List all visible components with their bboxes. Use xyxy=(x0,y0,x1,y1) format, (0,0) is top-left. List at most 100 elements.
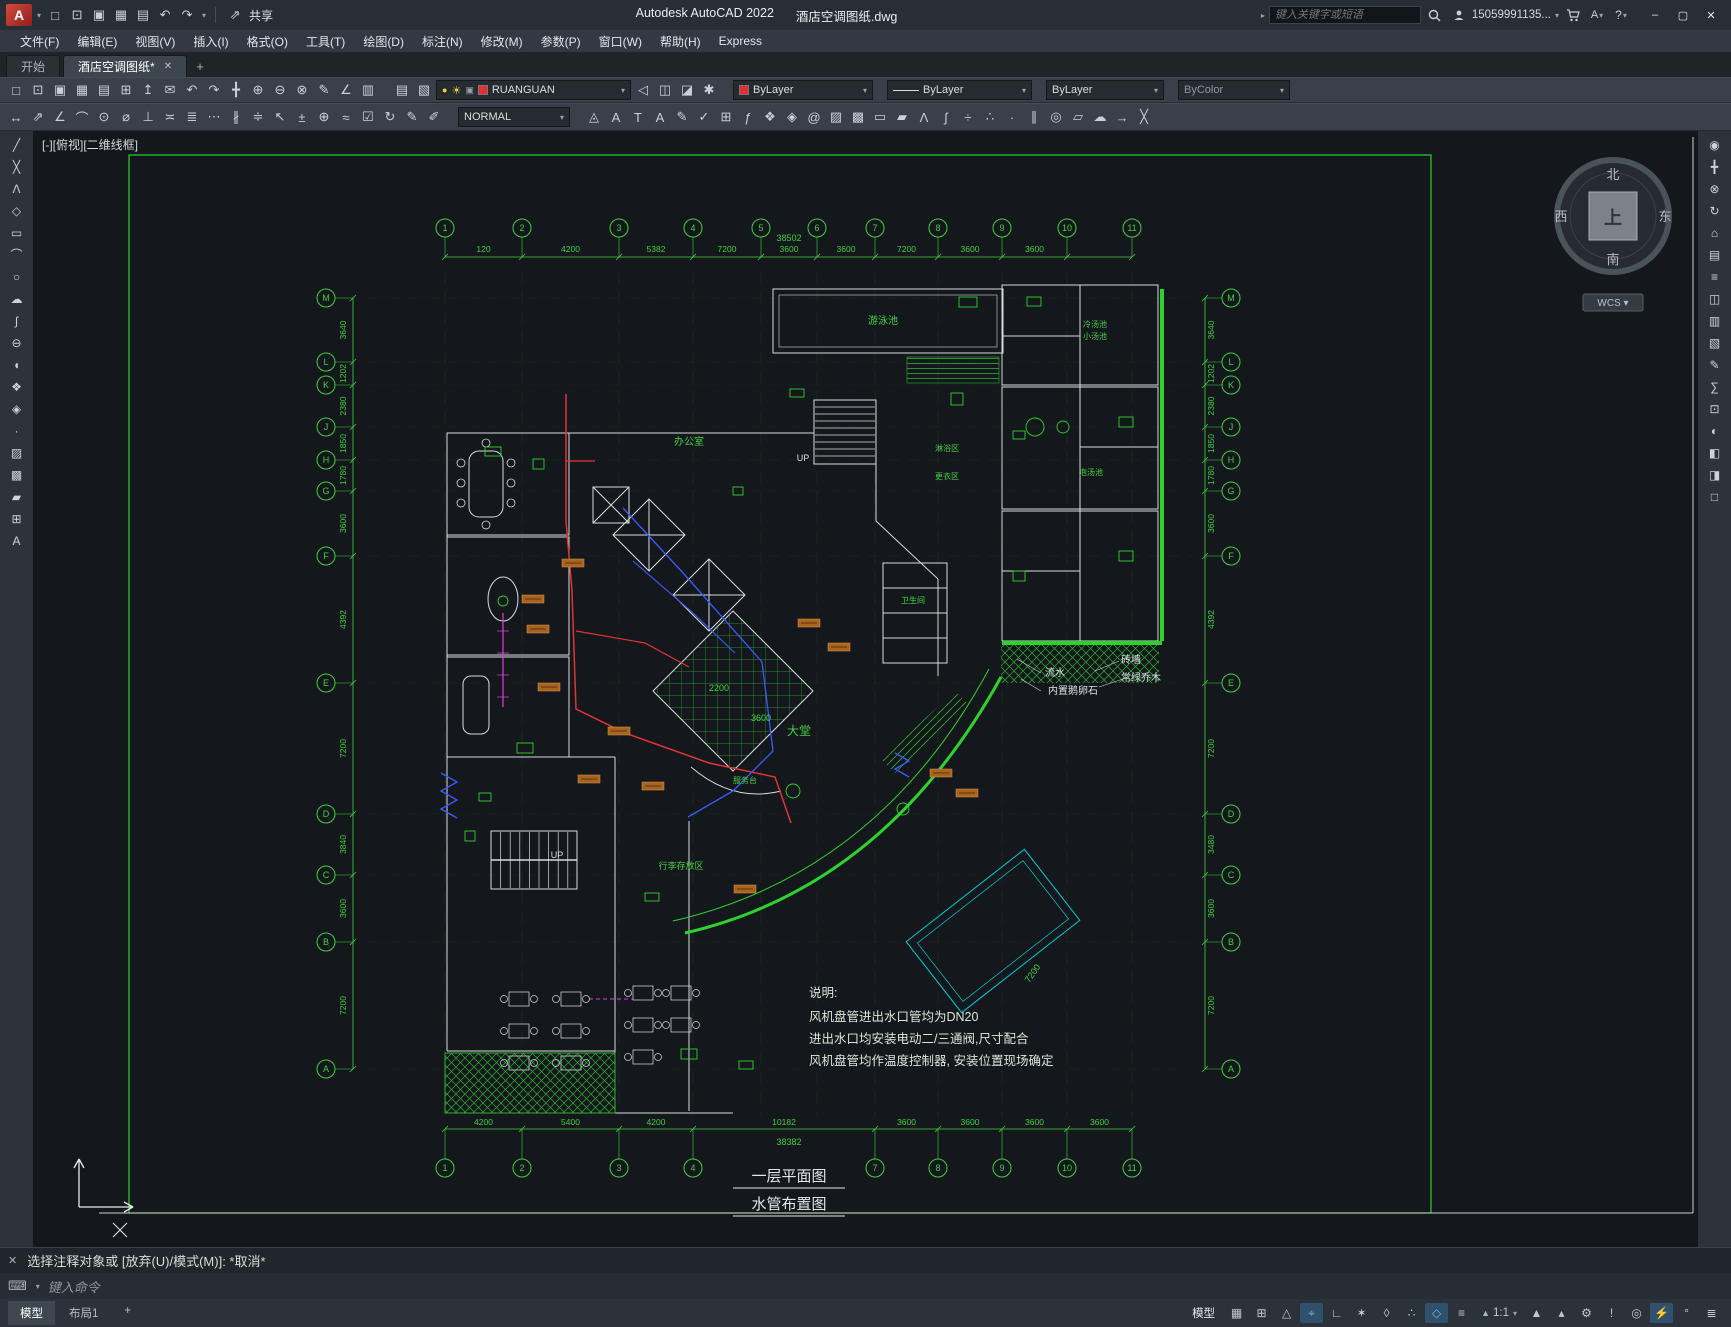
rectangle-icon[interactable]: ▭ xyxy=(6,224,28,241)
customize-menu-icon[interactable]: ≣ xyxy=(1700,1303,1723,1323)
dim-aligned-icon[interactable]: ⇗ xyxy=(28,107,48,127)
menu-help[interactable]: 帮助(H) xyxy=(652,31,709,52)
menu-modify[interactable]: 修改(M) xyxy=(473,31,531,52)
logo-dropdown-icon[interactable]: ▾ xyxy=(37,11,41,20)
dim-space-icon[interactable]: ≑ xyxy=(248,107,268,127)
layer-states-icon[interactable]: ▧ xyxy=(414,80,434,100)
autodesk-app-icon[interactable]: A ▾ xyxy=(1587,5,1607,25)
dim-style-icon[interactable]: ◬ xyxy=(584,107,604,127)
object-snap-icon[interactable]: ◇ xyxy=(1425,1303,1449,1323)
construction-line-icon[interactable]: ╳ xyxy=(6,158,28,175)
spell-check-icon[interactable]: ✓ xyxy=(694,107,714,127)
save-as-icon[interactable]: ▦ xyxy=(111,5,131,25)
layer-isolate-icon[interactable]: ◫ xyxy=(655,80,675,100)
edit-text-icon[interactable]: ✎ xyxy=(672,107,692,127)
compass-west[interactable]: 西 xyxy=(1554,209,1567,224)
construction-line-icon[interactable]: ╳ xyxy=(1134,107,1154,127)
save-icon[interactable]: ▣ xyxy=(89,5,109,25)
model-space-button[interactable]: 模型 xyxy=(1184,1302,1223,1324)
compass-north[interactable]: 北 xyxy=(1606,167,1619,182)
new-layout-tab[interactable]: + xyxy=(112,1301,143,1325)
quick-dim-icon[interactable]: ≍ xyxy=(160,107,180,127)
dim-radius-icon[interactable]: ⊙ xyxy=(94,107,114,127)
quick-select-icon[interactable]: ▥ xyxy=(358,80,378,100)
zoom-window-icon[interactable]: ⊕ xyxy=(248,80,268,100)
table-icon[interactable]: ⊞ xyxy=(6,510,28,527)
insert-block-icon[interactable]: ❖ xyxy=(6,378,28,395)
ellipse-arc-icon[interactable]: ◖ xyxy=(6,356,28,373)
search-icon[interactable] xyxy=(1425,5,1445,25)
ray-icon[interactable]: → xyxy=(1112,107,1132,127)
orbit-icon[interactable]: ↻ xyxy=(1704,202,1726,219)
layer-unisolate-icon[interactable]: ◪ xyxy=(677,80,697,100)
hatch-icon[interactable]: ▨ xyxy=(826,107,846,127)
full-navigation-wheel-icon[interactable]: ◉ xyxy=(1704,136,1726,153)
dim-linear-icon[interactable]: ↔ xyxy=(6,107,26,127)
compass-east[interactable]: 东 xyxy=(1658,209,1671,224)
infer-constraints-icon[interactable]: △ xyxy=(1275,1303,1298,1323)
menu-view[interactable]: 视图(V) xyxy=(127,31,183,52)
line-icon[interactable]: ╱ xyxy=(6,136,28,153)
plot-icon[interactable]: ▤ xyxy=(133,5,153,25)
object-snap-tracking-icon[interactable]: ∴ xyxy=(1400,1303,1423,1323)
drawing-canvas[interactable]: [-][俯视][二维线框] 1 2 3 4 5 6 7 8 9 10 11 1 … xyxy=(33,131,1698,1247)
region-icon[interactable]: ▰ xyxy=(6,488,28,505)
close-command-icon[interactable]: ✕ xyxy=(8,1254,17,1267)
zoom-extents-icon[interactable]: ⊗ xyxy=(1704,180,1726,197)
lineweight-display-icon[interactable]: ≡ xyxy=(1450,1303,1473,1323)
new-file-icon[interactable]: □ xyxy=(45,5,65,25)
color-combo[interactable]: ByLayer ▾ xyxy=(733,80,873,100)
account-menu[interactable]: 15059991135... ▾ xyxy=(1449,5,1559,25)
recent-commands-icon[interactable]: ▾ xyxy=(36,1282,40,1291)
revision-cloud-icon[interactable]: ☁ xyxy=(6,290,28,307)
dim-angular-icon[interactable]: ∠ xyxy=(50,107,70,127)
search-input[interactable] xyxy=(1268,6,1421,24)
menu-format[interactable]: 格式(O) xyxy=(239,31,296,52)
etransmit-icon[interactable]: ✉ xyxy=(160,80,180,100)
annotation-monitor-icon[interactable]: ! xyxy=(1600,1303,1623,1323)
collapse-search-icon[interactable]: ▸ xyxy=(1261,11,1265,20)
redo-icon[interactable]: ↷ xyxy=(204,80,224,100)
new-icon[interactable]: □ xyxy=(6,80,26,100)
new-tab-button[interactable]: + xyxy=(190,55,210,77)
multiline-icon[interactable]: ∥ xyxy=(1024,107,1044,127)
menu-insert[interactable]: 插入(I) xyxy=(185,31,236,52)
help-icon[interactable]: ? ▾ xyxy=(1611,5,1631,25)
gradient-icon[interactable]: ▩ xyxy=(6,466,28,483)
pan-icon[interactable]: ╋ xyxy=(1704,158,1726,175)
multiline-text-icon[interactable]: A xyxy=(6,532,28,549)
tolerance-icon[interactable]: ± xyxy=(292,107,312,127)
grid-display-icon[interactable]: ▦ xyxy=(1225,1303,1248,1323)
dim-jog-icon[interactable]: ≈ xyxy=(336,107,356,127)
model-tab[interactable]: 模型 xyxy=(8,1301,55,1325)
dim-text-edit-icon[interactable]: ✐ xyxy=(424,107,444,127)
dim-diameter-icon[interactable]: ⌀ xyxy=(116,107,136,127)
layers-icon[interactable]: ≡ xyxy=(1704,268,1726,285)
compass-south[interactable]: 南 xyxy=(1606,252,1619,267)
autocad-logo-icon[interactable]: A xyxy=(6,4,32,26)
tab-start[interactable]: 开始 xyxy=(6,55,61,77)
save-icon[interactable]: ▣ xyxy=(50,80,70,100)
text-style-icon[interactable]: A xyxy=(606,107,626,127)
external-references-icon[interactable]: ⊡ xyxy=(1704,400,1726,417)
redo-icon[interactable]: ↷ xyxy=(177,5,197,25)
plot-icon[interactable]: ▤ xyxy=(94,80,114,100)
save-as-icon[interactable]: ▦ xyxy=(72,80,92,100)
plotstyle-combo[interactable]: ByColor ▾ xyxy=(1178,80,1290,100)
publish-icon[interactable]: ↥ xyxy=(138,80,158,100)
keyboard-icon[interactable]: ⌨ xyxy=(8,1278,27,1294)
hatch-icon[interactable]: ▨ xyxy=(6,444,28,461)
single-line-text-icon[interactable]: T xyxy=(628,107,648,127)
share-button[interactable]: ⇗ 共享 xyxy=(225,5,273,25)
open-file-icon[interactable]: ⊡ xyxy=(67,5,87,25)
pan-icon[interactable]: ╋ xyxy=(226,80,246,100)
measure-point-icon[interactable]: ∴ xyxy=(980,107,1000,127)
quick-leader-icon[interactable]: ↖ xyxy=(270,107,290,127)
spline-edit-icon[interactable]: ʃ xyxy=(936,107,956,127)
style-combo[interactable]: NORMAL ▾ xyxy=(458,107,570,127)
gradient-icon[interactable]: ▩ xyxy=(848,107,868,127)
minimize-button[interactable]: – xyxy=(1641,4,1669,26)
units-icon[interactable]: ° xyxy=(1675,1303,1698,1323)
menu-dimension[interactable]: 标注(N) xyxy=(414,31,471,52)
undo-icon[interactable]: ↶ xyxy=(155,5,175,25)
